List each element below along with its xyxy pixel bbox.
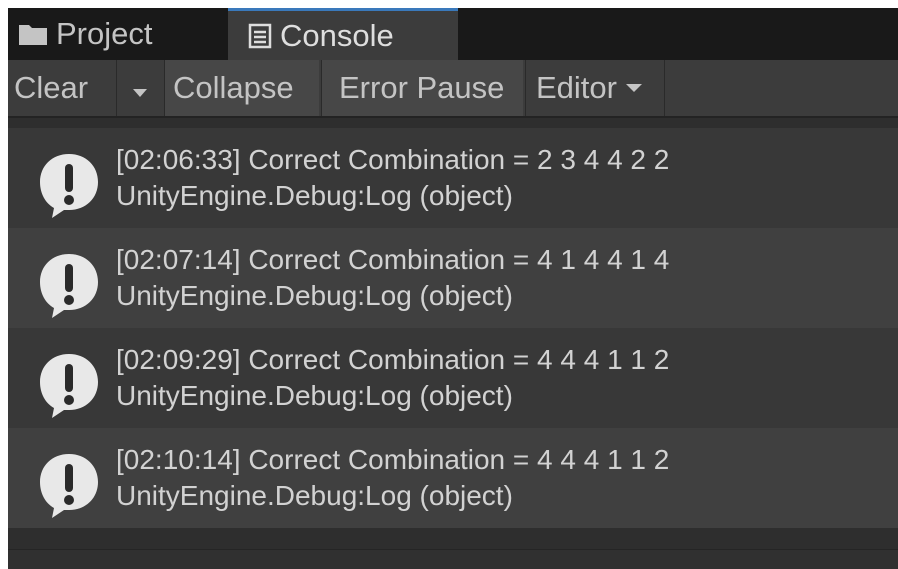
log-message: [02:09:29] Correct Combination = 4 4 4 1… [116,344,670,375]
log-detail-divider[interactable] [8,549,898,569]
console-toolbar: Clear Collapse Error Pause Editor [8,60,898,118]
clear-options-dropdown[interactable] [116,60,162,116]
log-entry[interactable]: [02:07:14] Correct Combination = 4 1 4 4… [8,228,898,328]
editor-dropdown-label: Editor [536,70,617,105]
editor-dropdown[interactable]: Editor [525,60,665,116]
log-entry[interactable]: [02:09:29] Correct Combination = 4 4 4 1… [8,328,898,428]
caret-down-icon [132,70,148,106]
log-message: [02:10:14] Correct Combination = 4 4 4 1… [116,444,670,475]
folder-icon [18,22,48,46]
collapse-toggle-label: Collapse [173,70,294,105]
log-source: UnityEngine.Debug:Log (object) [116,180,513,211]
console-icon [248,23,272,49]
console-window: Project Console Clear Collapse Error Pau… [8,8,898,569]
info-icon [34,448,104,518]
log-source: UnityEngine.Debug:Log (object) [116,280,513,311]
chevron-down-icon [625,83,643,93]
info-icon [34,348,104,418]
tab-console-label: Console [280,17,394,53]
clear-button[interactable]: Clear [8,60,116,116]
error-pause-toggle-label: Error Pause [339,70,505,105]
log-entry[interactable]: [02:06:33] Correct Combination = 2 3 4 4… [8,128,898,228]
log-list: [02:06:33] Correct Combination = 2 3 4 4… [8,118,898,569]
log-message: [02:07:14] Correct Combination = 4 1 4 4… [116,244,670,275]
log-source: UnityEngine.Debug:Log (object) [116,480,513,511]
info-icon [34,148,104,218]
collapse-toggle[interactable]: Collapse [164,60,319,116]
log-source: UnityEngine.Debug:Log (object) [116,380,513,411]
tab-project[interactable]: Project [18,8,152,60]
tab-project-label: Project [56,16,153,51]
tab-bar: Project Console [8,8,898,60]
clear-button-label: Clear [14,70,89,105]
tab-console[interactable]: Console [228,8,458,60]
info-icon [34,248,104,318]
log-entry[interactable]: [02:10:14] Correct Combination = 4 4 4 1… [8,428,898,528]
error-pause-toggle[interactable]: Error Pause [321,60,523,116]
log-message: [02:06:33] Correct Combination = 2 3 4 4… [116,144,670,175]
